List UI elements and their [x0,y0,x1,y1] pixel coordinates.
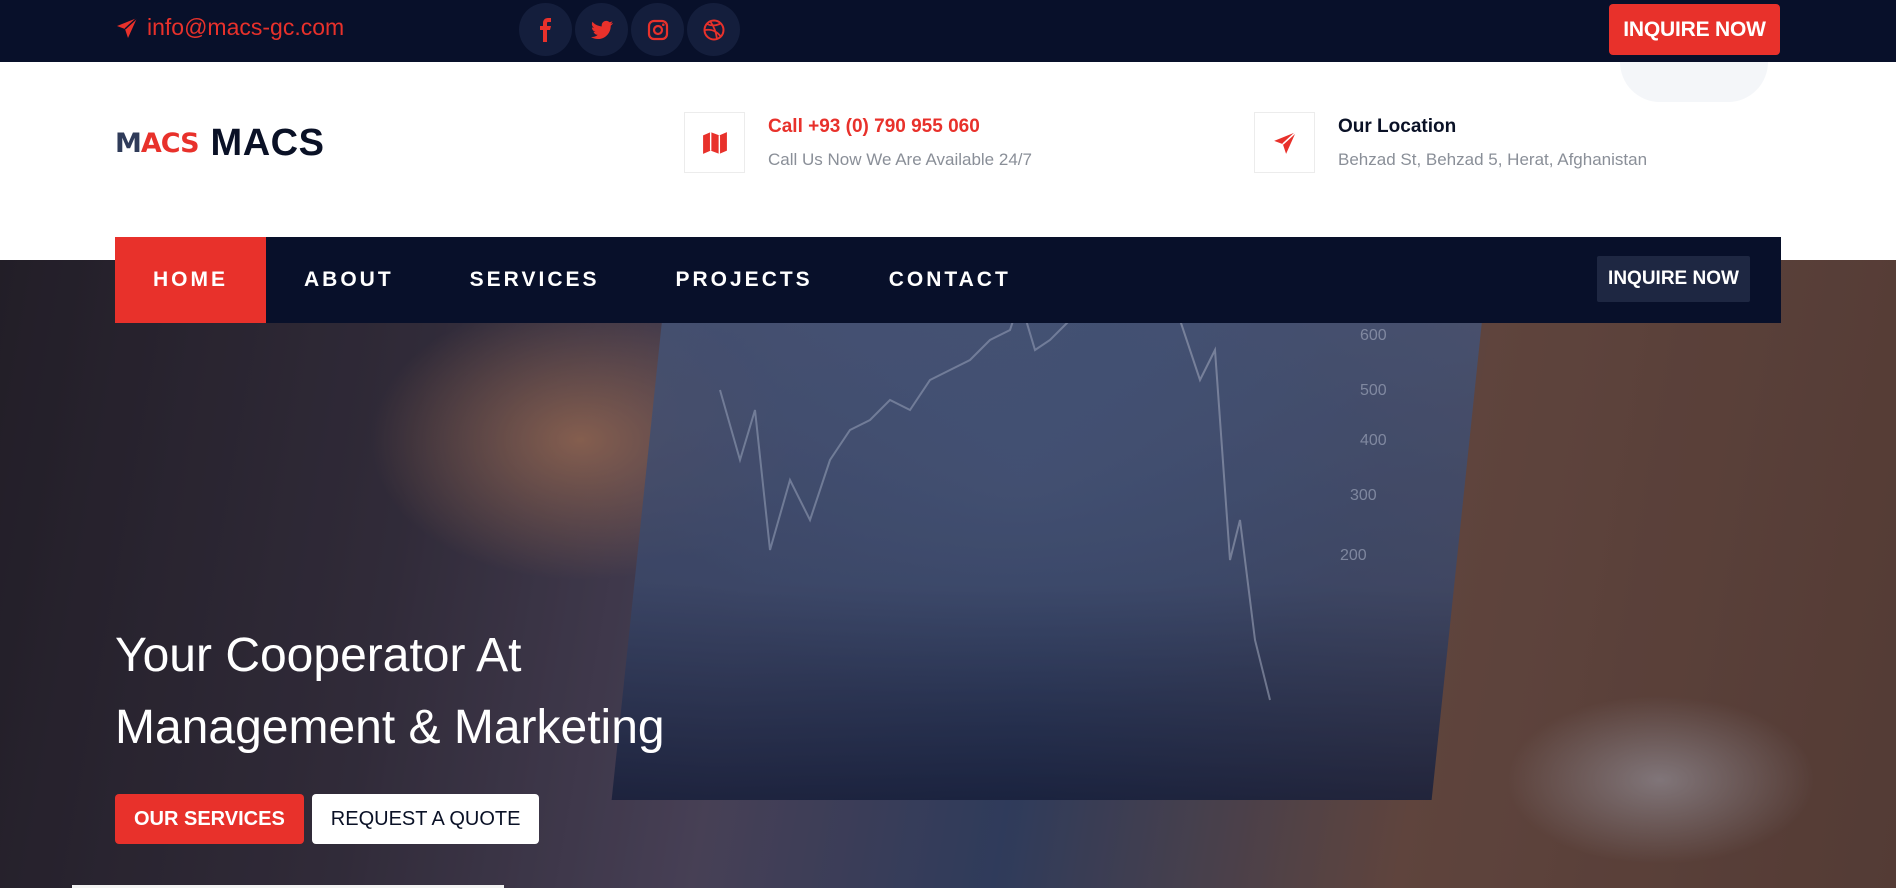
call-info-icon-box [684,112,745,173]
instagram-link[interactable] [631,3,684,56]
site-logo[interactable]: MACS MACS [115,122,324,165]
paper-plane-icon [1273,131,1296,154]
location-info: Our Location Behzad St, Behzad 5, Herat,… [1254,112,1647,173]
paper-plane-icon [117,16,138,38]
logo-text: MACS [210,122,325,164]
social-links [519,3,740,56]
nav-item-projects[interactable]: PROJECTS [638,237,851,323]
nav-item-services[interactable]: SERVICES [432,237,638,323]
hero-buttons: OUR SERVICES REQUEST A QUOTE [115,794,540,844]
map-icon [702,131,727,154]
instagram-icon [647,19,668,40]
twitter-icon [590,20,613,39]
nav-item-contact[interactable]: CONTACT [851,237,1049,323]
our-services-button[interactable]: OUR SERVICES [115,794,304,844]
request-quote-button[interactable]: REQUEST A QUOTE [311,794,540,844]
header: MACS MACS Call +93 (0) 790 955 060 Call … [0,62,1896,260]
main-navigation: HOME ABOUT SERVICES PROJECTS CONTACT INQ… [115,237,1781,323]
call-info: Call +93 (0) 790 955 060 Call Us Now We … [684,112,1032,173]
hero-section: 600 500 400 300 200 Your Cooperator At Manag… [0,260,1896,888]
nav-item-about[interactable]: ABOUT [266,237,432,323]
top-bar: info@macs-gc.com INQUIRE NOW [0,0,1896,62]
nav-item-home[interactable]: HOME [115,237,266,323]
email-link[interactable]: info@macs-gc.com [115,14,344,41]
facebook-icon [539,17,551,42]
dribbble-icon [703,19,724,40]
call-subtitle: Call Us Now We Are Available 24/7 [768,150,1032,169]
twitter-link[interactable] [575,3,628,56]
facebook-link[interactable] [519,3,572,56]
location-subtitle: Behzad St, Behzad 5, Herat, Afghanistan [1338,150,1648,169]
dribbble-link[interactable] [687,3,740,56]
inquire-now-button-top[interactable]: INQUIRE NOW [1609,4,1780,55]
location-info-icon-box [1254,112,1315,173]
inquire-now-button-nav[interactable]: INQUIRE NOW [1597,256,1750,302]
call-title[interactable]: Call +93 (0) 790 955 060 [768,116,1032,138]
logo-mark: MACS [115,128,200,159]
decorative-pill [1620,62,1768,102]
email-text: info@macs-gc.com [147,14,345,40]
hero-title: Your Cooperator At Management & Marketin… [115,629,665,754]
location-title: Our Location [1338,116,1457,137]
